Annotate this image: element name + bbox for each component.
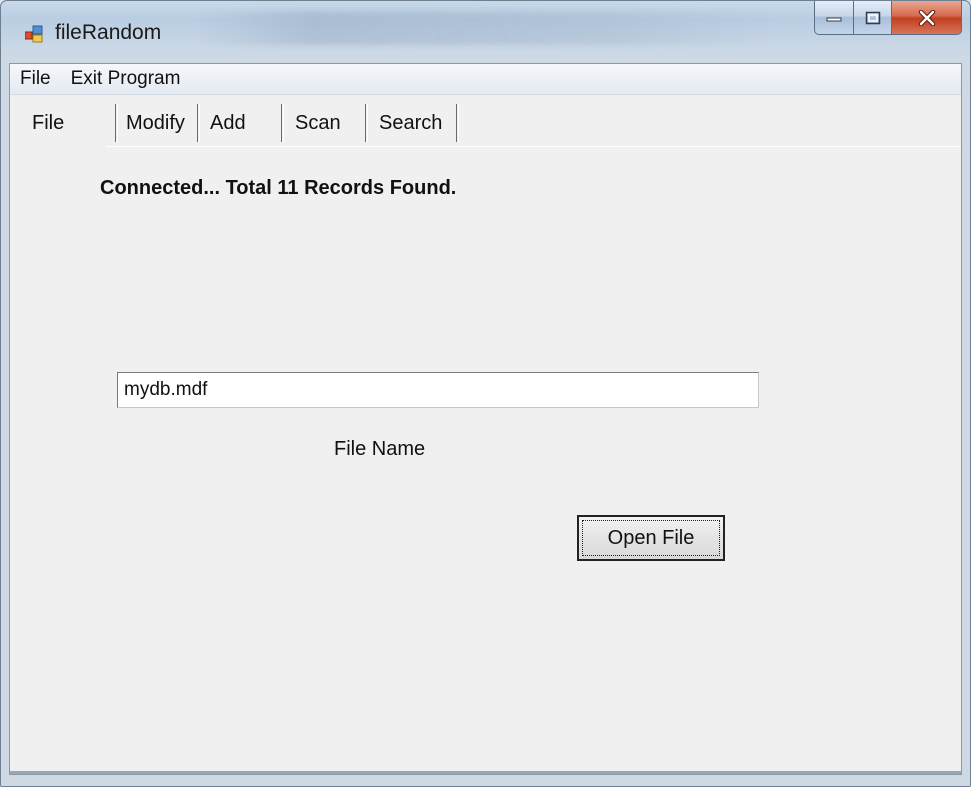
menu-bar: File Exit Program xyxy=(10,64,961,95)
app-window: fileRandom File Exit Program File Modify… xyxy=(0,0,971,787)
open-file-button-label: Open File xyxy=(582,520,720,556)
file-name-label: File Name xyxy=(334,438,426,460)
window-title: fileRandom xyxy=(55,21,162,44)
tab-modify[interactable]: Modify xyxy=(126,108,185,142)
tab-baseline xyxy=(106,146,961,147)
close-icon xyxy=(918,9,935,26)
file-name-input[interactable] xyxy=(117,372,759,408)
maximize-icon xyxy=(865,11,880,24)
app-icon xyxy=(25,25,43,43)
tab-separator xyxy=(456,104,459,142)
tab-separator xyxy=(197,104,200,142)
bottom-border xyxy=(10,771,961,774)
status-text: Connected... Total 11 Records Found. xyxy=(100,177,457,199)
maximize-button[interactable] xyxy=(854,1,892,35)
tab-separator xyxy=(365,104,368,142)
client-area: File Exit Program File Modify Add Scan S… xyxy=(9,63,962,775)
menu-exit-program[interactable]: Exit Program xyxy=(61,64,191,94)
tab-separator xyxy=(281,104,284,142)
tab-strip: File Modify Add Scan Search xyxy=(10,94,961,147)
menu-file[interactable]: File xyxy=(10,64,61,94)
tab-scan[interactable]: Scan xyxy=(295,108,341,142)
title-bar[interactable]: fileRandom xyxy=(1,1,970,63)
tab-file[interactable]: File xyxy=(32,108,64,142)
minimize-icon xyxy=(826,17,842,21)
background-blur xyxy=(196,11,776,45)
tab-separator xyxy=(115,104,118,142)
tab-search[interactable]: Search xyxy=(379,108,442,142)
close-button[interactable] xyxy=(892,1,962,35)
minimize-button[interactable] xyxy=(814,1,854,35)
tab-add[interactable]: Add xyxy=(210,108,246,142)
caption-buttons xyxy=(814,1,962,41)
open-file-button[interactable]: Open File xyxy=(577,515,725,561)
